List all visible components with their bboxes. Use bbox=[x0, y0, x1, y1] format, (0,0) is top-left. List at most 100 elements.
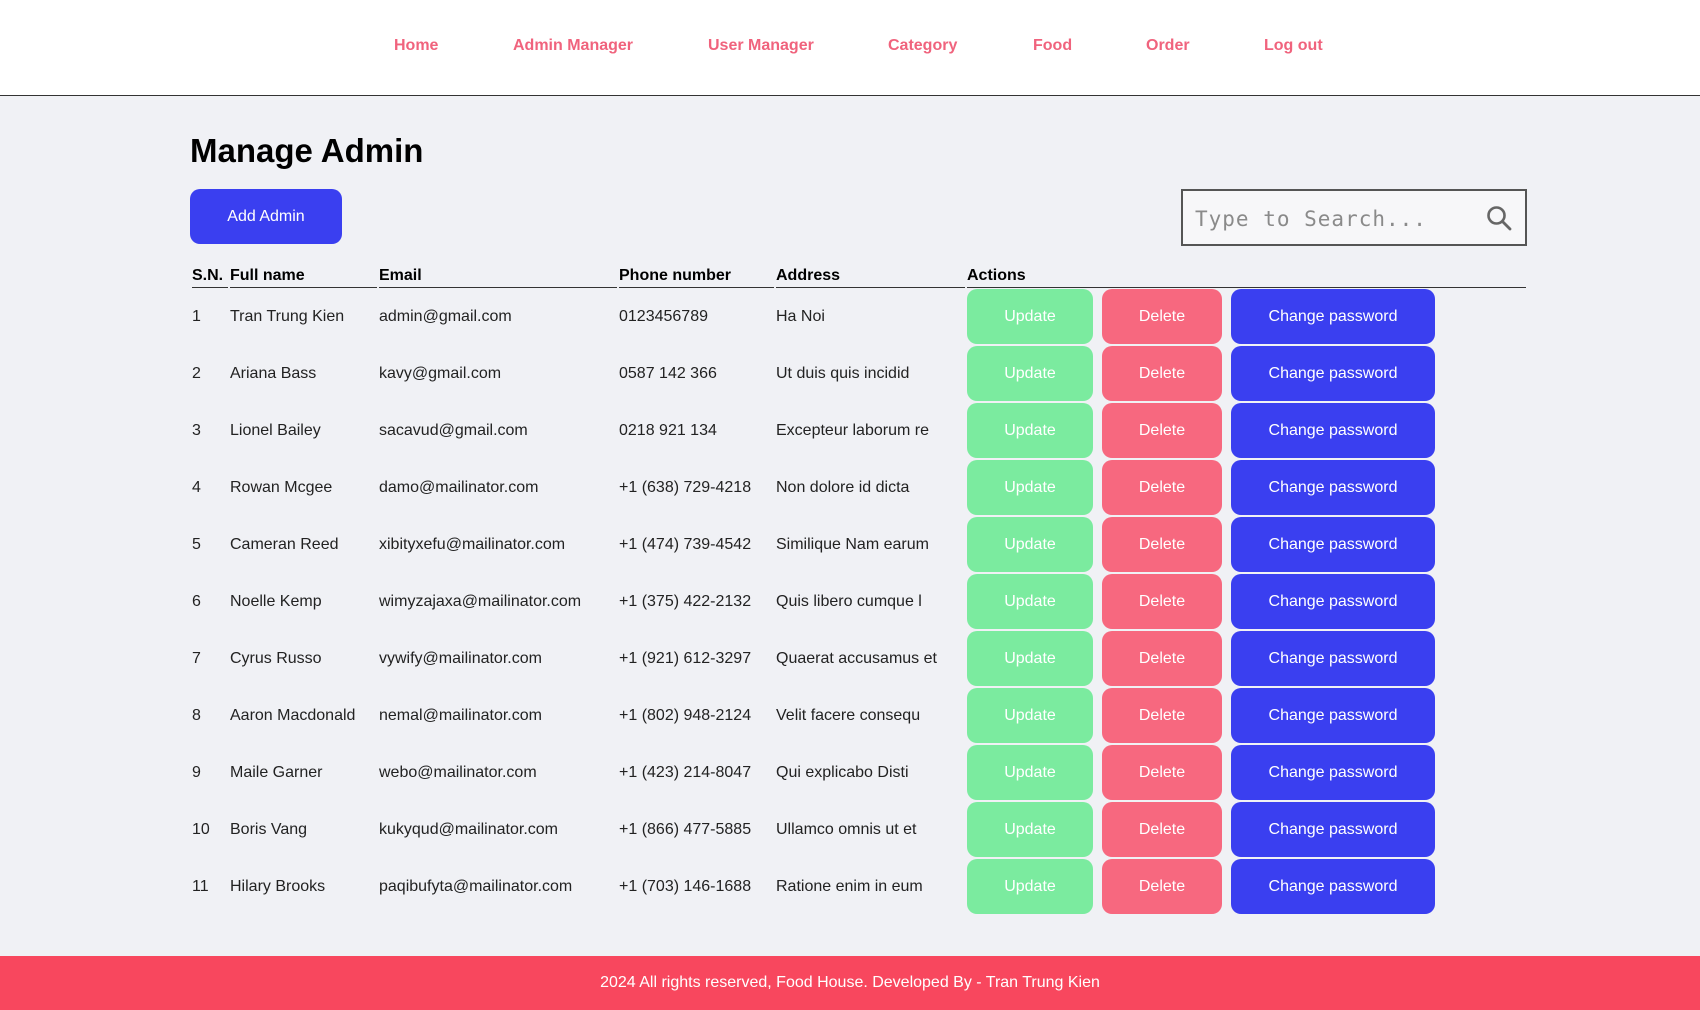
admin-table: S.N. Full name Email Phone number Addres… bbox=[190, 266, 1528, 915]
cell-email: nemal@mailinator.com bbox=[379, 706, 542, 724]
nav-link-food[interactable]: Food bbox=[1033, 37, 1072, 54]
change-password-button[interactable]: Change password bbox=[1231, 574, 1435, 629]
cell-full-name: Lionel Bailey bbox=[230, 421, 321, 439]
delete-button[interactable]: Delete bbox=[1102, 574, 1222, 629]
delete-button[interactable]: Delete bbox=[1102, 517, 1222, 572]
change-password-button[interactable]: Change password bbox=[1231, 517, 1435, 572]
cell-email: kukyqud@mailinator.com bbox=[379, 820, 558, 838]
change-password-button[interactable]: Change password bbox=[1231, 859, 1435, 914]
cell-actions: Update Delete Change password bbox=[967, 402, 1526, 459]
cell-phone: +1 (802) 948-2124 bbox=[619, 706, 752, 724]
footer: 2024 All rights reserved, Food House. De… bbox=[0, 956, 1700, 1010]
column-header-address: Address bbox=[776, 266, 965, 288]
cell-full-name: Tran Trung Kien bbox=[230, 307, 345, 325]
cell-phone: 0587 142 366 bbox=[619, 364, 717, 382]
change-password-button[interactable]: Change password bbox=[1231, 631, 1435, 686]
change-password-button[interactable]: Change password bbox=[1231, 802, 1435, 857]
update-button[interactable]: Update bbox=[967, 460, 1093, 515]
change-password-button[interactable]: Change password bbox=[1231, 745, 1435, 800]
top-navigation: Home Admin Manager User Manager Category… bbox=[0, 0, 1700, 96]
update-button[interactable]: Update bbox=[967, 802, 1093, 857]
nav-link-logout[interactable]: Log out bbox=[1264, 37, 1323, 54]
table-row: 8 Aaron Macdonald nemal@mailinator.com +1 (… bbox=[192, 687, 1526, 744]
cell-actions: Update Delete Change password bbox=[967, 345, 1526, 402]
nav-link-category[interactable]: Category bbox=[888, 37, 957, 54]
delete-button[interactable]: Delete bbox=[1102, 346, 1222, 401]
delete-button[interactable]: Delete bbox=[1102, 688, 1222, 743]
cell-address: Excepteur laborum re bbox=[776, 421, 929, 439]
nav-item-user-manager: User Manager bbox=[708, 37, 814, 55]
cell-email: vywify@mailinator.com bbox=[379, 649, 542, 667]
search-input[interactable] bbox=[1193, 191, 1467, 246]
change-password-button[interactable]: Change password bbox=[1231, 289, 1435, 344]
nav-link-home[interactable]: Home bbox=[394, 37, 438, 54]
cell-address: Velit facere consequ bbox=[776, 706, 921, 724]
change-password-button[interactable]: Change password bbox=[1231, 403, 1435, 458]
update-button[interactable]: Update bbox=[967, 859, 1093, 914]
table-row: 9 Maile Garner webo@mailinator.com +1 (423)… bbox=[192, 744, 1526, 801]
cell-sn: 3 bbox=[192, 421, 201, 439]
cell-phone: +1 (866) 477-5885 bbox=[619, 820, 752, 838]
cell-actions: Update Delete Change password bbox=[967, 516, 1526, 573]
table-row: 2 Ariana Bass kavy@gmail.com 0587 142 366 Ut… bbox=[192, 345, 1526, 402]
cell-email: damo@mailinator.com bbox=[379, 478, 539, 496]
change-password-button[interactable]: Change password bbox=[1231, 346, 1435, 401]
delete-button[interactable]: Delete bbox=[1102, 460, 1222, 515]
nav-link-admin-manager[interactable]: Admin Manager bbox=[513, 37, 633, 54]
update-button[interactable]: Update bbox=[967, 631, 1093, 686]
cell-email: webo@mailinator.com bbox=[379, 763, 537, 781]
nav-item-admin-manager: Admin Manager bbox=[513, 37, 633, 55]
update-button[interactable]: Update bbox=[967, 403, 1093, 458]
delete-button[interactable]: Delete bbox=[1102, 289, 1222, 344]
cell-actions: Update Delete Change password bbox=[967, 687, 1526, 744]
nav-item-home: Home bbox=[394, 37, 438, 55]
delete-button[interactable]: Delete bbox=[1102, 802, 1222, 857]
cell-address: Quaerat accusamus et bbox=[776, 649, 937, 667]
table-row: 10 Boris Vang kukyqud@mailinator.com +1 (86… bbox=[192, 801, 1526, 858]
delete-button[interactable]: Delete bbox=[1102, 859, 1222, 914]
update-button[interactable]: Update bbox=[967, 574, 1093, 629]
cell-phone: +1 (474) 739-4542 bbox=[619, 535, 752, 553]
table-row: 3 Lionel Bailey sacavud@gmail.com 0218 921 … bbox=[192, 402, 1526, 459]
cell-sn: 9 bbox=[192, 763, 201, 781]
table-row: 1 Tran Trung Kien admin@gmail.com 012345678… bbox=[192, 288, 1526, 345]
update-button[interactable]: Update bbox=[967, 346, 1093, 401]
change-password-button[interactable]: Change password bbox=[1231, 460, 1435, 515]
cell-sn: 5 bbox=[192, 535, 201, 553]
cell-actions: Update Delete Change password bbox=[967, 573, 1526, 630]
row-actions: Update Delete Change password bbox=[967, 403, 1526, 458]
nav-link-order[interactable]: Order bbox=[1146, 37, 1190, 54]
cell-actions: Update Delete Change password bbox=[967, 858, 1526, 915]
nav-item-logout: Log out bbox=[1264, 37, 1323, 55]
update-button[interactable]: Update bbox=[967, 517, 1093, 572]
cell-address: Non dolore id dicta bbox=[776, 478, 910, 496]
page-title: Manage Admin bbox=[190, 132, 424, 169]
cell-full-name: Hilary Brooks bbox=[230, 877, 326, 895]
search-box bbox=[1181, 189, 1527, 246]
delete-button[interactable]: Delete bbox=[1102, 745, 1222, 800]
delete-button[interactable]: Delete bbox=[1102, 403, 1222, 458]
nav-link-user-manager[interactable]: User Manager bbox=[708, 37, 814, 54]
search-icon[interactable] bbox=[1485, 204, 1513, 232]
add-admin-button[interactable]: Add Admin bbox=[190, 189, 342, 244]
row-actions: Update Delete Change password bbox=[967, 859, 1526, 914]
column-header-phone: Phone number bbox=[619, 266, 774, 288]
cell-phone: +1 (638) 729-4218 bbox=[619, 478, 752, 496]
change-password-button[interactable]: Change password bbox=[1231, 688, 1435, 743]
update-button[interactable]: Update bbox=[967, 745, 1093, 800]
cell-phone: 0218 921 134 bbox=[619, 421, 717, 439]
table-row: 5 Cameran Reed xibityxefu@mailinator.com +1… bbox=[192, 516, 1526, 573]
row-actions: Update Delete Change password bbox=[967, 688, 1526, 743]
table-row: 4 Rowan Mcgee damo@mailinator.com +1 (638) … bbox=[192, 459, 1526, 516]
delete-button[interactable]: Delete bbox=[1102, 631, 1222, 686]
update-button[interactable]: Update bbox=[967, 688, 1093, 743]
update-button[interactable]: Update bbox=[967, 289, 1093, 344]
row-actions: Update Delete Change password bbox=[967, 745, 1526, 800]
row-actions: Update Delete Change password bbox=[967, 289, 1526, 344]
cell-address: Ha Noi bbox=[776, 307, 825, 325]
cell-email: sacavud@gmail.com bbox=[379, 421, 528, 439]
cell-full-name: Ariana Bass bbox=[230, 364, 317, 382]
cell-sn: 7 bbox=[192, 649, 201, 667]
cell-email: kavy@gmail.com bbox=[379, 364, 502, 382]
cell-sn: 2 bbox=[192, 364, 201, 382]
